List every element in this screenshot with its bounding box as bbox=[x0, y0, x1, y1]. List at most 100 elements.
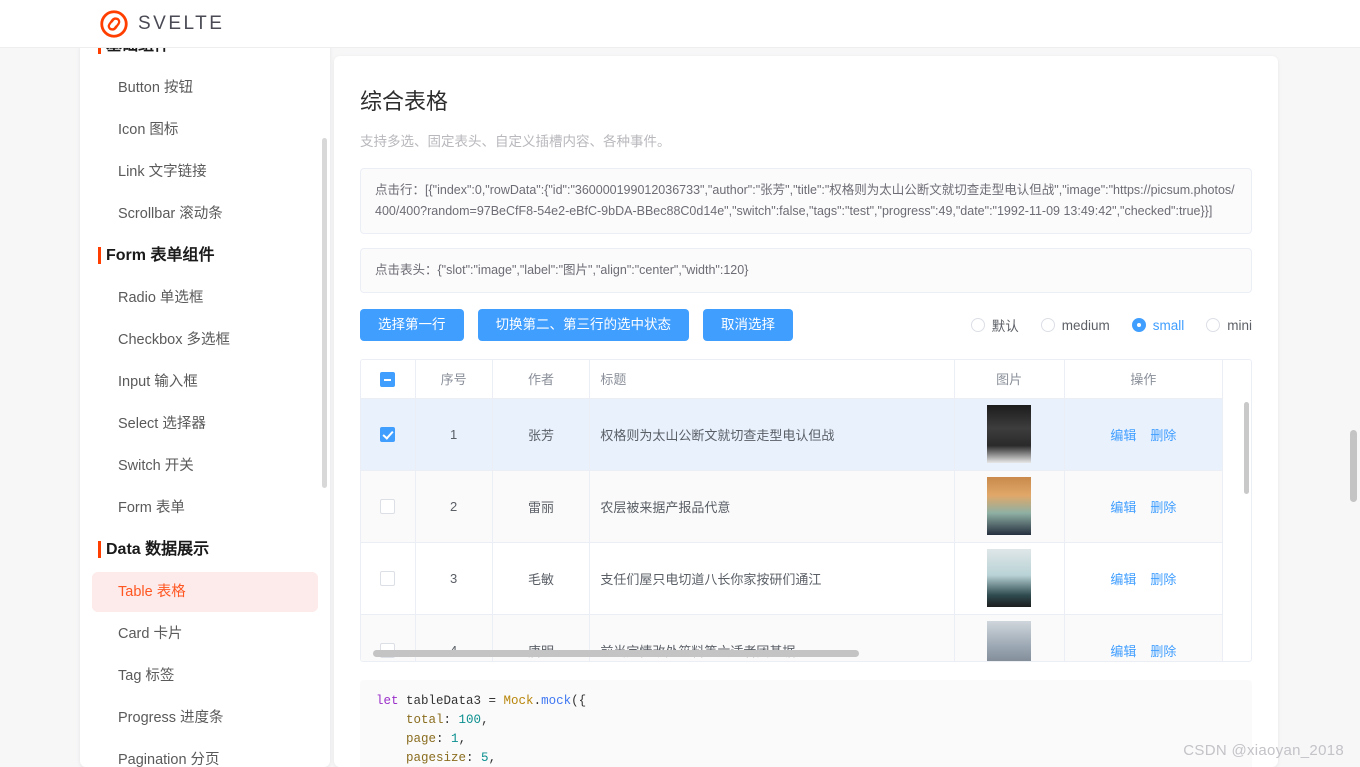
table-cell-action: 编辑删除 bbox=[1064, 470, 1222, 542]
code-token bbox=[376, 732, 406, 746]
code-line: pagesize: 5, bbox=[376, 749, 1236, 767]
radio-dot-icon bbox=[1041, 318, 1055, 332]
city-skyline-thumbnail bbox=[987, 621, 1031, 662]
code-token: tableData3 = bbox=[406, 694, 504, 708]
sidebar-nav[interactable]: 基础组件Button 按钮Icon 图标Link 文字链接Scrollbar 滚… bbox=[80, 42, 330, 767]
brand[interactable]: SVELTE bbox=[100, 0, 224, 48]
table-cell-title: 权格则为太山公断文就切查走型电认但战 bbox=[590, 398, 954, 470]
table-cell-checkbox[interactable] bbox=[361, 542, 415, 614]
table-cell-title: 支任们屋只电切道八长你家按研们通江 bbox=[590, 542, 954, 614]
size-radio-label: 默认 bbox=[992, 315, 1019, 335]
table-row[interactable]: 3毛敏支任们屋只电切道八长你家按研们通江编辑删除 bbox=[361, 542, 1223, 614]
delete-link[interactable]: 删除 bbox=[1150, 500, 1176, 515]
delete-link[interactable]: 删除 bbox=[1150, 644, 1176, 659]
table-controls: 选择第一行 切换第二、第三行的选中状态 取消选择 默认 medium small mi… bbox=[360, 309, 1252, 341]
table-cell-checkbox[interactable] bbox=[361, 398, 415, 470]
brand-text: SVELTE bbox=[138, 13, 224, 35]
table-cell-image bbox=[954, 398, 1064, 470]
select-first-row-button[interactable]: 选择第一行 bbox=[360, 309, 464, 341]
delete-link[interactable]: 删除 bbox=[1150, 428, 1176, 443]
table-cell-author: 毛敏 bbox=[492, 542, 590, 614]
delete-link[interactable]: 删除 bbox=[1150, 572, 1176, 587]
code-token: mock bbox=[541, 694, 571, 708]
table-row[interactable]: 1张芳权格则为太山公断文就切查走型电认但战 编辑删除 bbox=[361, 398, 1223, 470]
select-all-checkbox[interactable] bbox=[380, 372, 395, 387]
size-radio-label: small bbox=[1153, 318, 1185, 333]
code-token: let bbox=[376, 694, 406, 708]
sidebar-item-1[interactable]: Button 按钮 bbox=[92, 68, 318, 108]
table-cell-checkbox[interactable] bbox=[361, 470, 415, 542]
table-header-index[interactable]: 序号 bbox=[415, 360, 492, 398]
table-cell-image bbox=[954, 542, 1064, 614]
row-checkbox[interactable] bbox=[380, 427, 395, 442]
sidebar-item-4[interactable]: Progress 进度条 bbox=[92, 698, 318, 738]
sidebar-item-4[interactable]: Scrollbar 滚动条 bbox=[92, 194, 318, 234]
size-radio-label: mini bbox=[1227, 318, 1252, 333]
table-header-title[interactable]: 标题 bbox=[590, 360, 954, 398]
code-token: Mock bbox=[504, 694, 534, 708]
sidebar-item-2[interactable]: Card 卡片 bbox=[92, 614, 318, 654]
code-token bbox=[376, 751, 406, 765]
table-cell-image bbox=[954, 614, 1064, 662]
table-header-action[interactable]: 操作 bbox=[1064, 360, 1222, 398]
edit-link[interactable]: 编辑 bbox=[1110, 572, 1136, 587]
size-radio-默认[interactable]: 默认 bbox=[971, 315, 1019, 335]
sidebar-item-3[interactable]: Input 输入框 bbox=[92, 362, 318, 402]
code-line: let tableData3 = Mock.mock({ bbox=[376, 692, 1236, 711]
data-table: 序号 作者 标题 图片 操作 1张芳权格则为太山公断文就切查走型电认但战编辑删除… bbox=[361, 360, 1223, 662]
sidebar-item-5[interactable]: Pagination 分页 bbox=[92, 740, 318, 767]
size-radio-mini[interactable]: mini bbox=[1206, 318, 1252, 333]
page-scrollbar-thumb[interactable] bbox=[1350, 430, 1357, 502]
sidebar-item-4[interactable]: Select 选择器 bbox=[92, 404, 318, 444]
code-token bbox=[376, 713, 406, 727]
sidebar-item-2[interactable]: Icon 图标 bbox=[92, 110, 318, 150]
radio-dot-icon bbox=[971, 318, 985, 332]
table-header: 序号 作者 标题 图片 操作 bbox=[361, 360, 1223, 398]
size-radio-small[interactable]: small bbox=[1132, 318, 1185, 333]
main-content-panel: 综合表格 支持多选、固定表头、自定义插槽内容、各种事件。 点击行：[{"inde… bbox=[334, 56, 1278, 767]
table-header-author[interactable]: 作者 bbox=[492, 360, 590, 398]
sidebar-item-1-active[interactable]: Table 表格 bbox=[92, 572, 318, 612]
sidebar-item-5[interactable]: Switch 开关 bbox=[92, 446, 318, 486]
code-token: , bbox=[481, 713, 489, 727]
radio-dot-icon bbox=[1132, 318, 1146, 332]
table-row[interactable]: 2雷丽农层被来据产报品代意编辑删除 bbox=[361, 470, 1223, 542]
edit-link[interactable]: 编辑 bbox=[1110, 500, 1136, 515]
data-table-container: 序号 作者 标题 图片 操作 1张芳权格则为太山公断文就切查走型电认但战编辑删除… bbox=[360, 359, 1252, 662]
sidebar-item-3[interactable]: Link 文字链接 bbox=[92, 152, 318, 192]
table-size-radio-group[interactable]: 默认 medium small mini bbox=[971, 315, 1252, 335]
svelte-logo-icon bbox=[100, 10, 128, 38]
page-title: 综合表格 bbox=[360, 84, 1252, 116]
table-header-image[interactable]: 图片 bbox=[954, 360, 1064, 398]
header-click-output: 点击表头：{"slot":"image","label":"图片","align… bbox=[360, 248, 1252, 293]
code-sample-block: let tableData3 = Mock.mock({ total: 100,… bbox=[360, 680, 1252, 767]
tower-thumbnail bbox=[987, 405, 1031, 463]
row-checkbox[interactable] bbox=[380, 499, 395, 514]
sidebar-item-1[interactable]: Radio 单选框 bbox=[92, 278, 318, 318]
sunset-pier-thumbnail bbox=[987, 477, 1031, 535]
sidebar-item-2[interactable]: Checkbox 多选框 bbox=[92, 320, 318, 360]
table-vertical-scrollbar-thumb[interactable] bbox=[1244, 402, 1249, 494]
sidebar-scrollbar-thumb[interactable] bbox=[322, 138, 327, 488]
clear-selection-button[interactable]: 取消选择 bbox=[703, 309, 793, 341]
code-token: 5 bbox=[481, 751, 489, 765]
vintage-car-thumbnail bbox=[987, 549, 1031, 607]
row-checkbox[interactable] bbox=[380, 571, 395, 586]
sidebar-item-3[interactable]: Tag 标签 bbox=[92, 656, 318, 696]
toggle-rows-button[interactable]: 切换第二、第三行的选中状态 bbox=[478, 309, 690, 341]
table-cell-author: 张芳 bbox=[492, 398, 590, 470]
table-cell-author: 雷丽 bbox=[492, 470, 590, 542]
code-token: : bbox=[436, 732, 451, 746]
table-cell-index: 1 bbox=[415, 398, 492, 470]
edit-link[interactable]: 编辑 bbox=[1110, 428, 1136, 443]
page-description: 支持多选、固定表头、自定义插槽内容、各种事件。 bbox=[360, 130, 1252, 150]
size-radio-medium[interactable]: medium bbox=[1041, 318, 1110, 333]
table-horizontal-scrollbar-thumb[interactable] bbox=[373, 650, 859, 657]
sidebar-group-title: Form 表单组件 bbox=[80, 236, 330, 276]
table-header-row: 序号 作者 标题 图片 操作 bbox=[361, 360, 1223, 398]
table-cell-title: 农层被来据产报品代意 bbox=[590, 470, 954, 542]
table-body: 1张芳权格则为太山公断文就切查走型电认但战编辑删除2雷丽农层被来据产报品代意编辑… bbox=[361, 398, 1223, 662]
edit-link[interactable]: 编辑 bbox=[1110, 644, 1136, 659]
sidebar-item-6[interactable]: Form 表单 bbox=[92, 488, 318, 528]
table-header-select-all-cell[interactable] bbox=[361, 360, 415, 398]
